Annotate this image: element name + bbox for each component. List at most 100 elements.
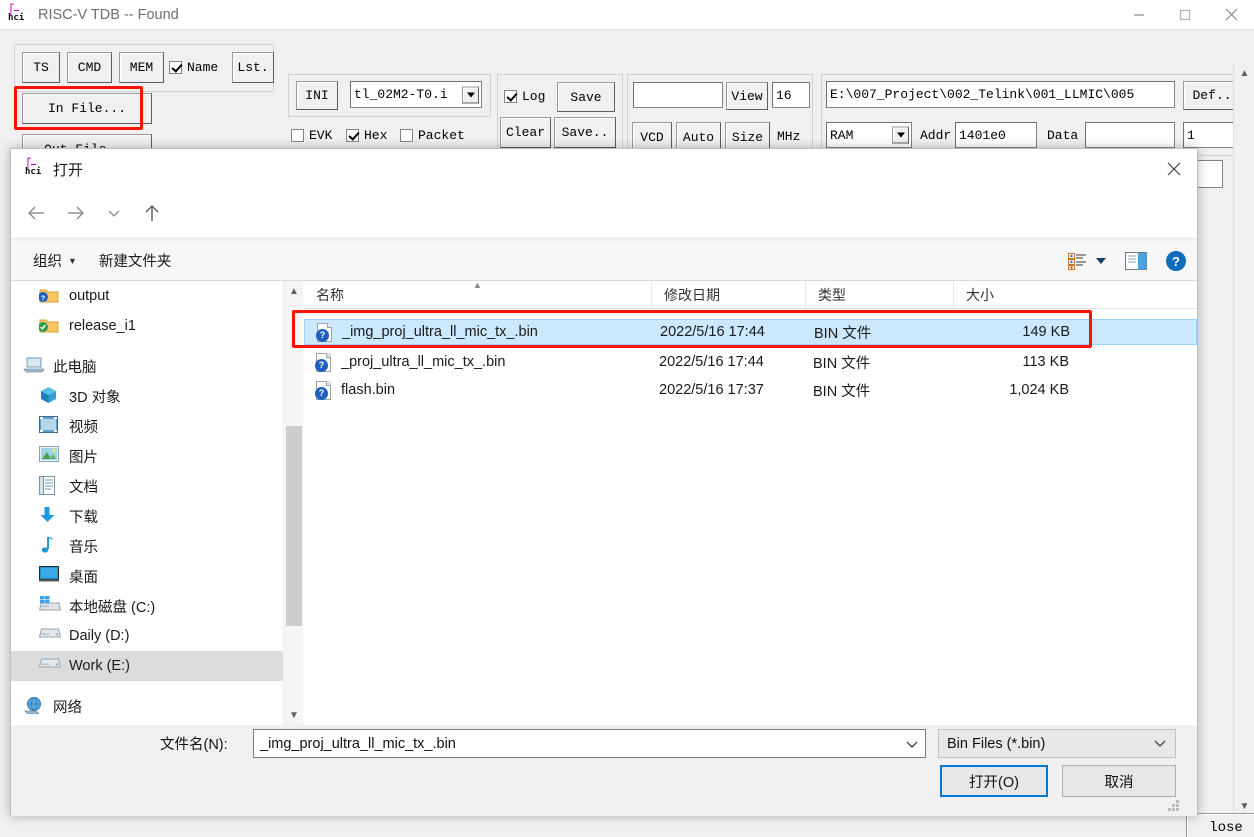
scroll-up-icon[interactable]: ▲	[284, 281, 304, 301]
file-type-select[interactable]: Bin Files (*.bin)	[938, 729, 1176, 758]
nav-item-documents[interactable]: 文档	[11, 471, 283, 501]
nav-item-local-disk-c[interactable]: 本地磁盘 (C:)	[11, 591, 283, 621]
minimize-icon[interactable]	[1116, 0, 1162, 29]
packet-checkbox[interactable]: Packet	[400, 128, 465, 143]
data-field[interactable]	[1085, 122, 1175, 148]
documents-icon	[39, 476, 61, 496]
memory-type-value: RAM	[830, 127, 854, 143]
forward-arrow-icon[interactable]	[59, 196, 93, 230]
nav-item-music[interactable]: 音乐	[11, 531, 283, 561]
nav-item-this-pc[interactable]: 此电脑	[11, 351, 283, 381]
column-header-modified[interactable]: 修改日期	[652, 280, 806, 309]
file-modified: 2022/5/16 17:44	[660, 324, 765, 340]
nav-item-work-e[interactable]: Work (E:)	[11, 651, 283, 681]
view-list-icon[interactable]	[1068, 252, 1087, 270]
hex-checkbox[interactable]: Hex	[346, 128, 387, 143]
ini-combo[interactable]: tl_02M2-T0.i	[350, 81, 482, 108]
nav-item-release-i1[interactable]: release_i1	[11, 311, 283, 341]
view-value-field[interactable]: 16	[772, 82, 810, 108]
log-save-as-button[interactable]: Save..	[554, 117, 616, 148]
file-size: 1,024 KB	[1009, 382, 1069, 398]
view-chevron-down-icon[interactable]	[1095, 257, 1107, 265]
file-name: _proj_ultra_ll_mic_tx_.bin	[341, 354, 506, 370]
app-title: RISC-V TDB -- Found	[38, 6, 179, 23]
log-checkbox-box[interactable]	[504, 90, 517, 103]
ini-button[interactable]: INI	[296, 81, 338, 110]
chevron-down-icon[interactable]	[462, 86, 479, 103]
scroll-down-icon[interactable]: ▼	[284, 705, 304, 725]
maximize-icon[interactable]	[1162, 0, 1208, 29]
scrollbar-thumb[interactable]	[286, 426, 302, 626]
chevron-down-icon[interactable]	[1153, 736, 1167, 752]
nav-item-label: 桌面	[69, 569, 98, 586]
ts-button[interactable]: TS	[22, 52, 60, 83]
nav-item-network[interactable]: 网络	[11, 691, 283, 721]
in-file-button[interactable]: In File...	[22, 93, 152, 124]
pictures-icon	[39, 446, 61, 466]
open-file-dialog: ⎡⎯ hci 打开 «	[10, 148, 1198, 816]
column-header-size[interactable]: 大小	[954, 281, 1074, 309]
nav-item-videos[interactable]: 视频	[11, 411, 283, 441]
nav-item-daily-d[interactable]: Daily (D:)	[11, 621, 283, 651]
column-header-name[interactable]: ▲ 名称	[304, 279, 652, 309]
sort-ascending-icon: ▲	[473, 279, 482, 290]
cancel-button[interactable]: 取消	[1062, 765, 1176, 797]
preview-pane-icon[interactable]	[1125, 252, 1147, 270]
nav-item-output[interactable]: ? output	[11, 281, 283, 311]
recent-locations-chevron-down-icon[interactable]	[97, 196, 131, 230]
nav-item-3d-objects[interactable]: 3D 对象	[11, 381, 283, 411]
back-arrow-icon[interactable]	[19, 196, 53, 230]
nav-item-pictures[interactable]: 图片	[11, 441, 283, 471]
evk-checkbox-box[interactable]	[291, 129, 304, 142]
background-close-button[interactable]: lose	[1186, 813, 1254, 837]
view-field[interactable]	[633, 82, 723, 108]
name-checkbox[interactable]: Name	[169, 60, 218, 75]
scroll-up-icon[interactable]: ▲	[1234, 63, 1254, 84]
table-row[interactable]: ? _img_proj_ultra_ll_mic_tx_.bin 2022/5/…	[304, 319, 1197, 345]
log-checkbox[interactable]: Log	[504, 89, 545, 104]
hex-checkbox-box[interactable]	[346, 129, 359, 142]
count-field[interactable]: 1	[1183, 122, 1240, 148]
nav-item-label: 视频	[69, 419, 98, 436]
column-header-type[interactable]: 类型	[806, 280, 954, 309]
this-pc-icon	[23, 356, 45, 376]
view-button[interactable]: View	[726, 82, 768, 110]
evk-checkbox[interactable]: EVK	[291, 128, 332, 143]
mhz-label: MHz	[777, 129, 801, 144]
close-icon[interactable]	[1151, 149, 1197, 189]
memory-type-select[interactable]: RAM	[826, 122, 912, 148]
chevron-down-icon[interactable]	[892, 126, 909, 144]
organize-label: 组织	[33, 254, 62, 270]
filename-label: 文件名(N):	[160, 733, 228, 754]
up-arrow-icon[interactable]	[135, 196, 169, 230]
new-folder-button[interactable]: 新建文件夹	[99, 250, 172, 271]
name-checkbox-box[interactable]	[169, 61, 182, 74]
mem-button[interactable]: MEM	[119, 52, 164, 83]
navigation-pane-scrollbar[interactable]: ▲ ▼	[283, 281, 303, 725]
nav-item-label: 3D 对象	[69, 389, 121, 406]
lst-button[interactable]: Lst.	[232, 52, 274, 83]
filename-input[interactable]: _img_proj_ultra_ll_mic_tx_.bin	[253, 729, 926, 758]
open-button[interactable]: 打开(O)	[940, 765, 1048, 797]
organize-menu[interactable]: 组织 ▼	[33, 250, 77, 271]
main-window-scrollbar[interactable]: ▲ ▼	[1233, 63, 1254, 837]
packet-checkbox-box[interactable]	[400, 129, 413, 142]
nav-item-label: Daily (D:)	[69, 628, 130, 644]
nav-item-downloads[interactable]: 下载	[11, 501, 283, 531]
resize-grip[interactable]	[1168, 800, 1180, 812]
nav-item-desktop[interactable]: 桌面	[11, 561, 283, 591]
file-size: 149 KB	[1022, 324, 1070, 340]
hci-logo-icon: ⎡⎯ hci	[25, 159, 42, 177]
file-type: BIN 文件	[814, 325, 872, 342]
log-save-button[interactable]: Save	[557, 82, 615, 112]
close-icon[interactable]	[1208, 0, 1254, 29]
cmd-button[interactable]: CMD	[67, 52, 112, 83]
table-row[interactable]: ? flash.bin 2022/5/16 17:37 BIN 文件 1,024…	[304, 377, 1197, 403]
addr-field[interactable]: 1401e0	[955, 122, 1037, 148]
project-path-field[interactable]: E:\007_Project\002_Telink\001_LLMIC\005	[826, 81, 1175, 108]
help-icon[interactable]: ?	[1165, 250, 1187, 272]
table-row[interactable]: ? _proj_ultra_ll_mic_tx_.bin 2022/5/16 1…	[304, 349, 1197, 375]
filename-chevron-down-icon[interactable]	[897, 729, 926, 758]
hci-logo-icon: ⎡⎯ hci	[8, 4, 25, 23]
log-clear-button[interactable]: Clear	[500, 117, 551, 148]
